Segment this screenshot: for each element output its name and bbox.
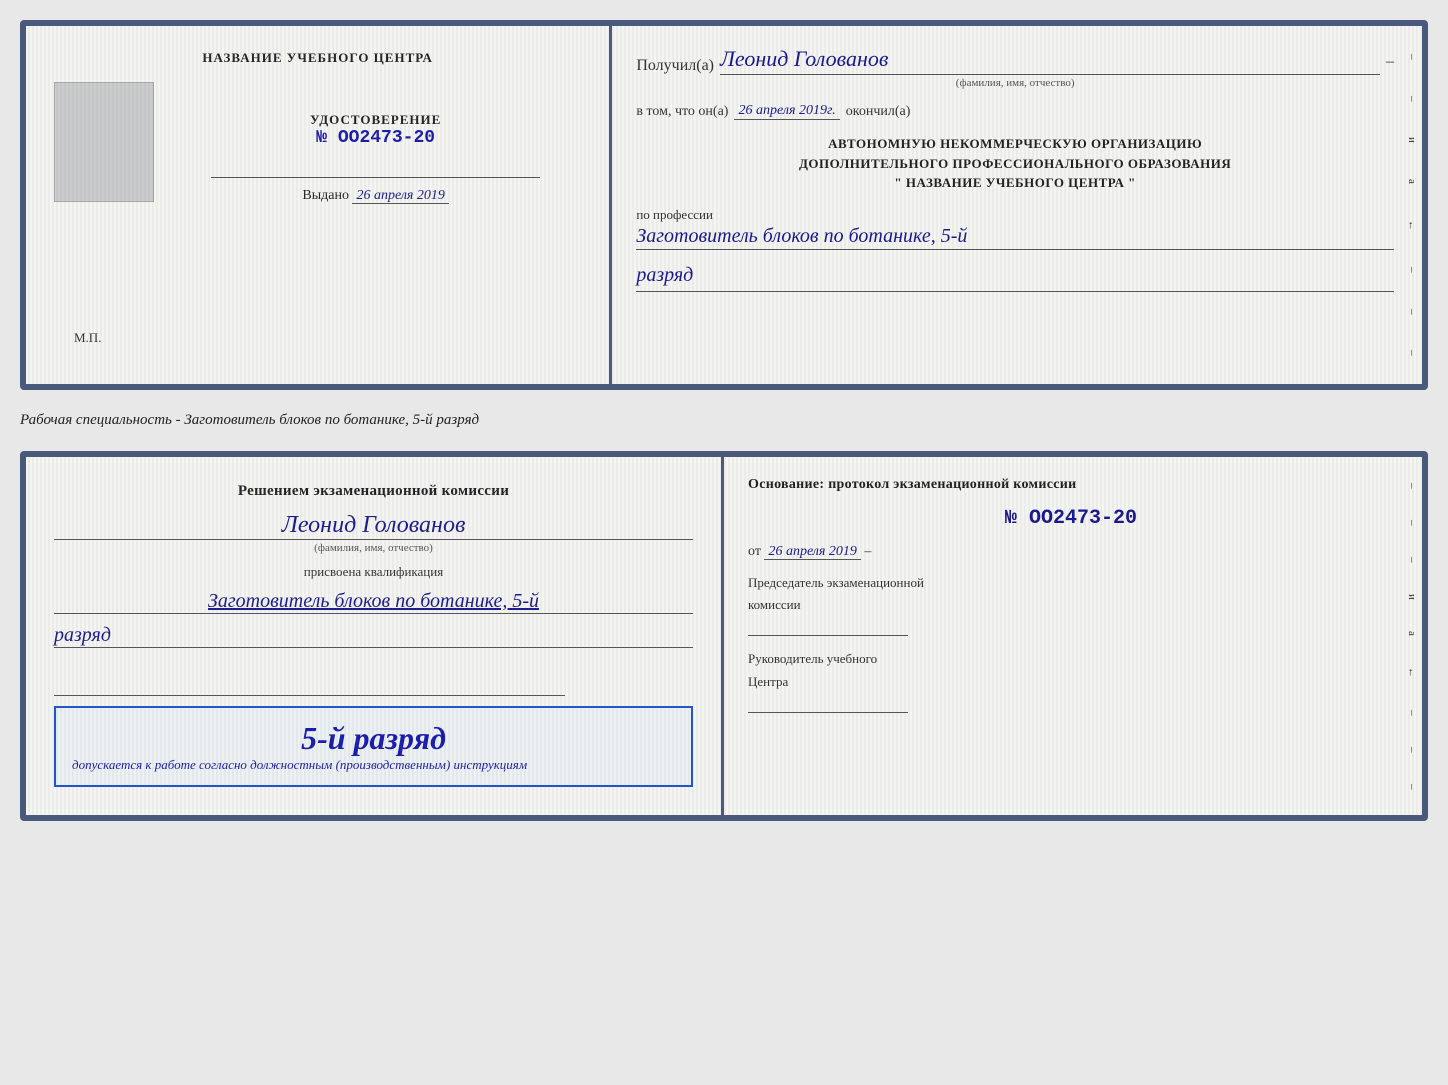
side-char-8: –	[1406, 350, 1418, 356]
center-title: НАЗВАНИЕ УЧЕБНОГО ЦЕНТРА	[202, 50, 433, 66]
protocol-num: № OO2473-20	[748, 507, 1394, 530]
fio-hint-1: (фамилия, имя, отчество)	[636, 77, 1394, 89]
head-label-1: Руководитель учебного	[748, 650, 1394, 668]
mp-label: М.П.	[74, 330, 101, 346]
highlight-box: 5-й разряд допускается к работе согласно…	[54, 706, 693, 787]
side-char2-7: –	[1406, 710, 1418, 716]
highlight-rank: 5-й разряд	[72, 720, 675, 757]
qualification-document: Решением экзаменационной комиссии Леонид…	[20, 451, 1428, 821]
org-line2: ДОПОЛНИТЕЛЬНОГО ПРОФЕССИОНАЛЬНОГО ОБРАЗО…	[636, 154, 1394, 174]
certificate-document: НАЗВАНИЕ УЧЕБНОГО ЦЕНТРА УДОСТОВЕРЕНИЕ №…	[20, 20, 1428, 390]
razryad2-value: разряд	[54, 624, 693, 648]
head-block: Руководитель учебного Центра	[748, 650, 1394, 712]
assigned-label: присвоена квалификация	[54, 564, 693, 580]
recipient-name: Леонид Голованов	[720, 46, 1380, 75]
dash-1: –	[1386, 53, 1394, 75]
org-block: АВТОНОМНУЮ НЕКОММЕРЧЕСКУЮ ОРГАНИЗАЦИЮ ДО…	[636, 134, 1394, 193]
profession-value: Заготовитель блоков по ботанике, 5-й	[636, 223, 1394, 250]
signature-line-2	[54, 676, 565, 696]
chairman-block: Председатель экзаменационной комиссии	[748, 574, 1394, 636]
decision-text: Решением экзаменационной комиссии	[54, 481, 693, 502]
side-char2-3: –	[1406, 557, 1418, 563]
doc1-right: Получил(а) Леонид Голованов – (фамилия, …	[612, 26, 1422, 384]
profession-block: по профессии Заготовитель блоков по бота…	[636, 207, 1394, 250]
side-char2-9: –	[1406, 784, 1418, 790]
side-deco-1: – – и а ← – – –	[1402, 26, 1422, 384]
recipient-label: Получил(а)	[636, 57, 714, 75]
chairman-label-2: комиссии	[748, 596, 1394, 614]
side-char-1: –	[1406, 54, 1418, 60]
date-value: 26 апреля 2019г.	[734, 103, 839, 120]
doc2-person-name: Леонид Голованов	[54, 512, 693, 540]
side-char2-1: –	[1406, 483, 1418, 489]
qual-value: Заготовитель блоков по ботанике, 5-й	[54, 590, 693, 614]
side-char2-4: и	[1406, 594, 1418, 600]
osnov-label: Основание: протокол экзаменационной коми…	[748, 477, 1394, 493]
from-date-value: 26 апреля 2019	[764, 544, 860, 560]
signature-line-1	[211, 158, 540, 178]
org-line1: АВТОНОМНУЮ НЕКОММЕРЧЕСКУЮ ОРГАНИЗАЦИЮ	[636, 134, 1394, 154]
photo-placeholder	[54, 82, 154, 202]
cert-number-block: УДОСТОВЕРЕНИЕ № OO2473-20	[310, 112, 441, 148]
cert-num-value: № OO2473-20	[310, 128, 441, 148]
doc2-fio-hint: (фамилия, имя, отчество)	[54, 542, 693, 554]
issued-date-value: 26 апреля 2019	[352, 188, 448, 204]
razryad-value: разряд	[636, 264, 1394, 292]
profession-label: по профессии	[636, 207, 1394, 223]
spacer	[54, 658, 693, 666]
side-char-5: ←	[1406, 220, 1418, 231]
middle-label: Рабочая специальность - Заготовитель бло…	[20, 408, 1428, 433]
head-sig-line	[748, 695, 908, 713]
doc2-person-block: Леонид Голованов (фамилия, имя, отчество…	[54, 512, 693, 554]
from-dash: –	[864, 544, 871, 559]
allowed-text: допускается к работе согласно должностны…	[72, 757, 675, 773]
page-wrapper: НАЗВАНИЕ УЧЕБНОГО ЦЕНТРА УДОСТОВЕРЕНИЕ №…	[20, 20, 1428, 821]
date-suffix: окончил(а)	[846, 104, 911, 120]
doc1-left: НАЗВАНИЕ УЧЕБНОГО ЦЕНТРА УДОСТОВЕРЕНИЕ №…	[26, 26, 612, 384]
from-date-block: от 26 апреля 2019 –	[748, 544, 1394, 560]
doc2-left: Решением экзаменационной комиссии Леонид…	[26, 457, 724, 815]
org-line3: " НАЗВАНИЕ УЧЕБНОГО ЦЕНТРА "	[636, 173, 1394, 193]
side-char-3: и	[1406, 137, 1418, 143]
issued-label: Выдано	[302, 188, 349, 203]
head-label-2: Центра	[748, 673, 1394, 691]
issued-date: Выдано 26 апреля 2019	[302, 188, 449, 204]
side-char2-8: –	[1406, 747, 1418, 753]
chairman-sig-line	[748, 618, 908, 636]
doc2-right: Основание: протокол экзаменационной коми…	[724, 457, 1422, 815]
side-char-4: а	[1406, 179, 1418, 184]
side-char-2: –	[1406, 96, 1418, 102]
from-label: от	[748, 544, 761, 559]
date-line: в том, что он(а) 26 апреля 2019г. окончи…	[636, 103, 1394, 120]
side-char-7: –	[1406, 309, 1418, 315]
side-char2-6: ←	[1406, 667, 1418, 678]
date-prefix: в том, что он(а)	[636, 104, 728, 120]
cert-title: УДОСТОВЕРЕНИЕ	[310, 112, 441, 128]
chairman-label-1: Председатель экзаменационной	[748, 574, 1394, 592]
side-char-6: –	[1406, 267, 1418, 273]
side-deco-2: – – – и а ← – – –	[1402, 457, 1422, 815]
recipient-block: Получил(а) Леонид Голованов – (фамилия, …	[636, 46, 1394, 89]
side-char2-5: а	[1406, 631, 1418, 636]
side-char2-2: –	[1406, 520, 1418, 526]
